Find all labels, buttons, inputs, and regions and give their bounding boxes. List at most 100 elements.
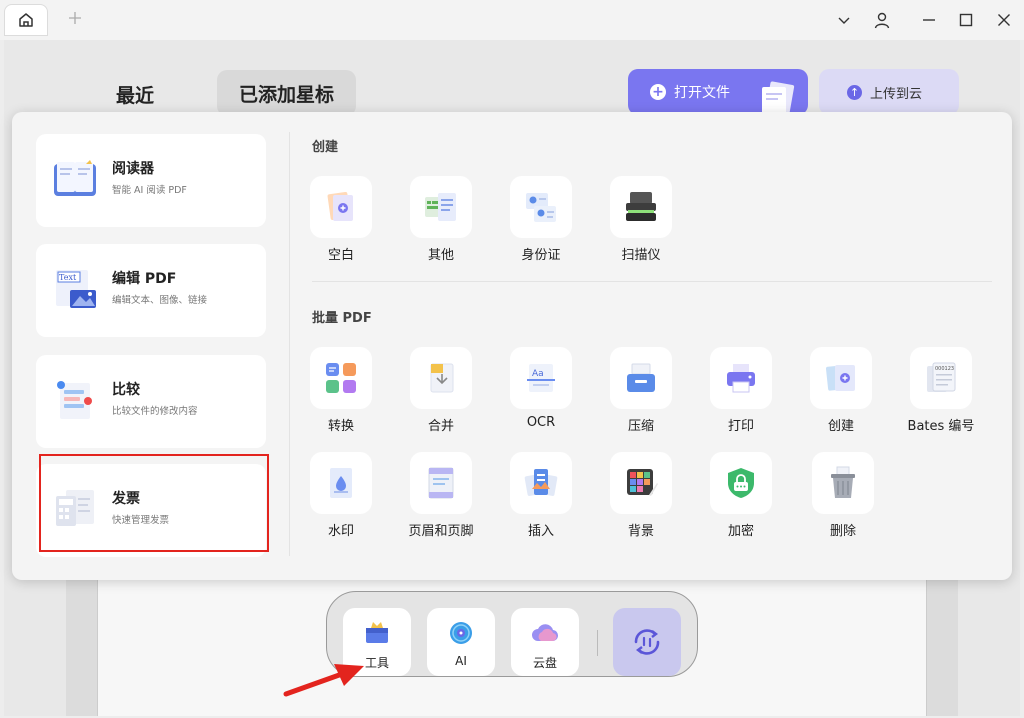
tool-create[interactable]: 创建 — [801, 347, 881, 434]
card-edit-pdf[interactable]: Text 编辑 PDF 编辑文本、图像、链接 — [36, 244, 266, 337]
sync-icon — [634, 629, 660, 655]
cloud-icon — [532, 624, 559, 642]
create-icon — [825, 365, 855, 391]
svg-text:Aa: Aa — [532, 369, 544, 379]
card-edit-pdf-subtitle: 编辑文本、图像、链接 — [112, 295, 208, 306]
tool-bates[interactable]: 000123 Bates 编号 — [901, 347, 981, 434]
upload-cloud-label: 上传到云 — [870, 86, 923, 102]
annotation-arrow-icon — [283, 664, 364, 697]
minimize-button[interactable] — [917, 8, 941, 32]
tool-merge[interactable]: 合并 — [401, 347, 481, 434]
ocr-icon: Aa — [527, 364, 555, 392]
open-file-button[interactable]: + 打开文件 — [628, 69, 808, 115]
tool-encrypt[interactable]: 加密 — [701, 452, 781, 539]
header-footer-icon — [428, 467, 454, 499]
close-button[interactable] — [992, 8, 1016, 32]
close-icon — [998, 14, 1010, 26]
tool-scanner-label: 扫描仪 — [621, 248, 661, 263]
tool-bates-label: Bates 编号 — [907, 419, 975, 434]
card-compare-title: 比较 — [112, 382, 140, 398]
tool-watermark-label: 水印 — [327, 524, 354, 539]
watermark-icon — [330, 468, 352, 498]
tool-delete-label: 删除 — [829, 524, 856, 539]
other-doc-icon — [425, 193, 456, 221]
bottom-dock: 工具 AI 云盘 — [326, 591, 698, 677]
home-tab[interactable] — [4, 4, 48, 36]
tool-scanner[interactable]: 扫描仪 — [601, 176, 681, 263]
section-batch-title: 批量 PDF — [312, 311, 372, 326]
convert-icon — [326, 363, 356, 393]
tool-create-label: 创建 — [827, 419, 854, 434]
tool-id-card[interactable]: 身份证 — [501, 176, 581, 263]
card-edit-pdf-title: 编辑 PDF — [112, 271, 177, 287]
tool-delete[interactable]: 删除 — [803, 452, 883, 539]
tool-ocr-label: OCR — [526, 415, 556, 430]
tool-watermark[interactable]: 水印 — [301, 452, 381, 539]
card-reader-subtitle: 智能 AI 阅读 PDF — [112, 185, 187, 196]
book-icon — [54, 160, 96, 196]
plus-icon — [69, 12, 81, 24]
tool-id-card-label: 身份证 — [521, 248, 561, 263]
account-button[interactable] — [870, 8, 894, 32]
tool-compress[interactable]: 压缩 — [601, 347, 681, 434]
documents-stack-icon — [762, 81, 795, 115]
dock-ai-label: AI — [455, 654, 467, 668]
toolbox-icon — [366, 622, 388, 643]
tool-header-footer-label: 页眉和页脚 — [408, 524, 474, 539]
insert-icon — [524, 469, 558, 496]
dock-cloud[interactable]: 云盘 — [511, 608, 579, 676]
title-bar — [0, 0, 1024, 40]
tool-header-footer[interactable]: 页眉和页脚 — [401, 452, 481, 539]
edit-text-icon: Text — [56, 270, 96, 308]
background-icon — [627, 469, 658, 496]
bates-icon: 000123 — [927, 362, 956, 392]
tool-other-label: 其他 — [427, 248, 454, 263]
card-compare[interactable]: 比较 比较文件的修改内容 — [36, 355, 266, 448]
home-icon — [19, 13, 33, 27]
dock-sync-button[interactable] — [613, 608, 681, 676]
plus-circle-icon: + — [650, 84, 666, 100]
tool-blank-label: 空白 — [327, 248, 354, 263]
invoice-highlight-box — [39, 454, 269, 552]
open-file-label: 打开文件 — [674, 85, 730, 101]
tool-insert[interactable]: 插入 — [501, 452, 581, 539]
tool-other[interactable]: 其他 — [401, 176, 481, 263]
svg-text:000123: 000123 — [935, 366, 954, 372]
blank-doc-icon — [327, 191, 353, 221]
minimize-icon — [923, 19, 935, 21]
upload-cloud-button[interactable]: ↑ 上传到云 — [819, 69, 959, 115]
tool-print[interactable]: 打印 — [701, 347, 781, 434]
delete-icon — [831, 466, 855, 498]
tool-blank[interactable]: 空白 — [301, 176, 381, 263]
tool-ocr[interactable]: Aa OCR — [501, 347, 581, 430]
tab-recent[interactable]: 最近 — [90, 74, 180, 114]
tool-background[interactable]: 背景 — [601, 452, 681, 539]
tab-starred[interactable]: 已添加星标 — [217, 70, 356, 116]
section-create-title: 创建 — [312, 140, 339, 155]
tool-convert-label: 转换 — [327, 419, 354, 434]
user-icon — [874, 12, 890, 29]
tool-print-label: 打印 — [727, 419, 754, 434]
tool-merge-label: 合并 — [427, 419, 454, 434]
card-compare-subtitle: 比较文件的修改内容 — [112, 406, 198, 417]
compare-icon — [57, 381, 92, 419]
chevron-down-icon — [838, 17, 850, 24]
scanner-icon — [626, 192, 656, 221]
upload-icon: ↑ — [847, 84, 862, 100]
ai-icon — [450, 622, 472, 644]
merge-icon — [430, 363, 454, 393]
maximize-button[interactable] — [954, 8, 978, 32]
compress-icon — [627, 363, 655, 392]
new-tab-button[interactable] — [63, 8, 87, 32]
dock-ai[interactable]: AI — [427, 608, 495, 676]
dropdown-button[interactable] — [832, 8, 856, 32]
tools-panel: 阅读器 智能 AI 阅读 PDF Text 编辑 PDF 编辑文本、图像、链接 … — [12, 112, 1012, 580]
print-icon — [727, 364, 755, 393]
tool-convert[interactable]: 转换 — [301, 347, 381, 434]
card-reader[interactable]: 阅读器 智能 AI 阅读 PDF — [36, 134, 266, 227]
id-card-icon — [526, 193, 556, 222]
tool-compress-label: 压缩 — [627, 419, 654, 434]
dock-separator — [597, 630, 598, 656]
card-reader-title: 阅读器 — [112, 161, 154, 177]
maximize-icon — [959, 13, 973, 27]
